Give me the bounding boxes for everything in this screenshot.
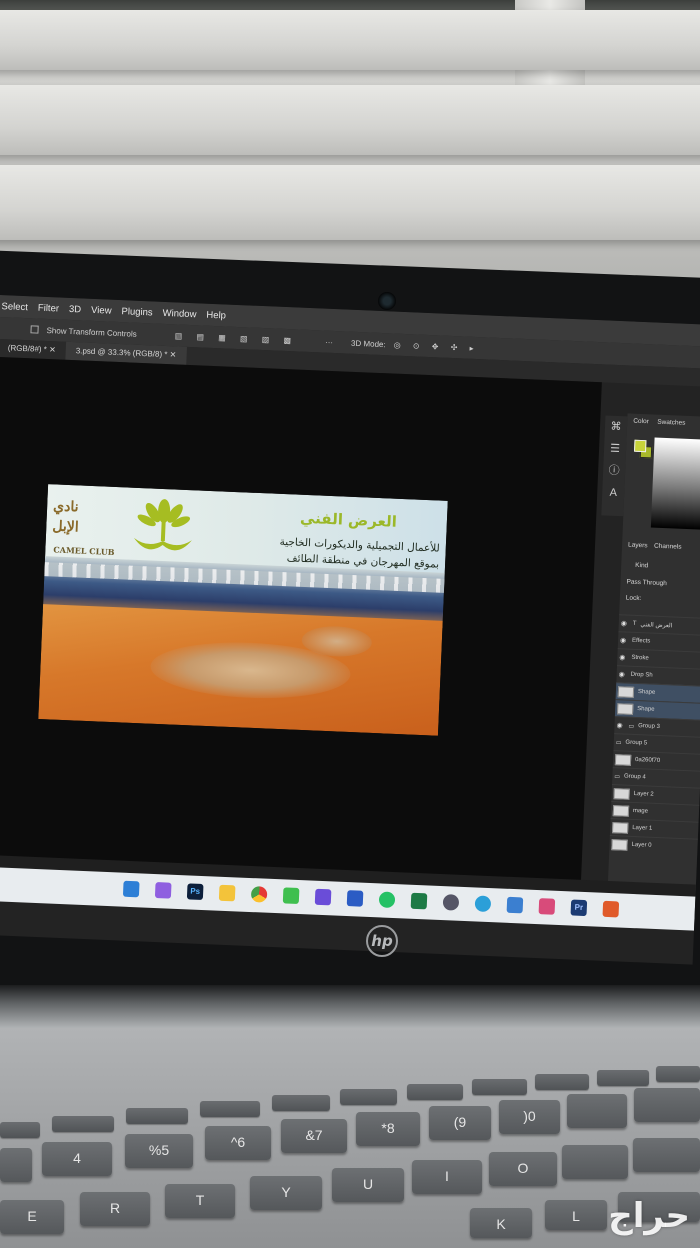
function-key[interactable] <box>52 1116 114 1132</box>
key-i[interactable]: I <box>412 1160 482 1194</box>
webcam <box>378 292 396 310</box>
laptop-screen: Select Filter 3D View Plugins Window Hel… <box>0 295 700 965</box>
key-k[interactable]: K <box>470 1208 532 1238</box>
key-l[interactable]: L <box>545 1200 607 1230</box>
function-key[interactable] <box>472 1079 527 1095</box>
tab-layers[interactable]: Layers <box>628 542 648 550</box>
history-icon[interactable]: ⌘ <box>605 415 628 438</box>
function-key[interactable] <box>407 1084 463 1100</box>
eye-icon[interactable]: ◉ <box>619 653 627 661</box>
folder-icon: ▭ <box>628 723 635 730</box>
design-document[interactable]: نادي الإبل CAMEL CLUB العرض الفني للأعما… <box>38 484 448 736</box>
character-icon[interactable]: A <box>602 481 625 504</box>
foreground-color-swatch[interactable] <box>633 439 647 453</box>
folder-icon: ▭ <box>614 773 621 780</box>
app-icon[interactable] <box>314 888 332 906</box>
function-key[interactable] <box>535 1074 589 1090</box>
mute-key[interactable] <box>200 1101 260 1117</box>
key-t[interactable]: T <box>165 1184 235 1218</box>
app-icon[interactable] <box>506 896 524 914</box>
tab-channels[interactable]: Channels <box>654 543 682 551</box>
layer-thumbnail <box>617 702 634 715</box>
menu-window[interactable]: Window <box>162 307 196 319</box>
laptop-hinge <box>0 985 700 1030</box>
kind-filter[interactable]: Kind <box>635 562 648 570</box>
info-icon[interactable]: ⓘ <box>603 459 626 482</box>
key-8[interactable]: *8 <box>356 1112 420 1146</box>
app-icon[interactable] <box>602 900 620 918</box>
layer-thumbnail <box>617 685 635 698</box>
menu-help[interactable]: Help <box>206 309 226 321</box>
layer-thumbnail <box>612 821 629 834</box>
key-0[interactable]: )0 <box>499 1100 560 1134</box>
function-key[interactable] <box>0 1122 40 1138</box>
checkbox-icon[interactable] <box>30 325 39 334</box>
key-9[interactable]: (9 <box>429 1106 491 1140</box>
excel-icon[interactable] <box>410 892 428 910</box>
blind-slat <box>0 85 700 155</box>
function-key[interactable] <box>126 1108 188 1124</box>
key-4[interactable]: 4 <box>42 1142 112 1176</box>
align-icons[interactable]: ▥ ▤ ▦ ▧ ▨ ▩ <box>175 331 298 345</box>
key-5[interactable]: %5 <box>125 1134 193 1168</box>
menu-select[interactable]: Select <box>1 301 28 313</box>
3d-tools-icons[interactable]: ◎ ⊙ ✥ ✣ ▸ <box>394 340 479 353</box>
eye-icon[interactable]: ◉ <box>620 636 628 644</box>
menu-view[interactable]: View <box>91 304 112 316</box>
layer-thumbnail <box>614 753 632 766</box>
premiere-icon[interactable]: Pr <box>570 899 588 917</box>
layer-thumbnail <box>612 804 630 817</box>
lock-label: Lock: <box>625 594 642 603</box>
menu-plugins[interactable]: Plugins <box>121 306 153 318</box>
transform-controls-label: Show Transform Controls <box>46 325 137 339</box>
blind-slat <box>0 165 700 240</box>
more-icon[interactable]: ··· <box>325 337 333 346</box>
key-minus[interactable] <box>567 1094 627 1128</box>
function-key[interactable] <box>272 1095 330 1111</box>
eye-icon[interactable]: ◉ <box>618 670 626 678</box>
palm-logo-icon <box>133 499 192 551</box>
blind-slat <box>0 10 700 70</box>
photoshop-icon[interactable]: Ps <box>186 883 204 901</box>
hp-logo: hp <box>366 925 398 957</box>
key-6[interactable]: ^6 <box>205 1126 271 1160</box>
copilot-icon[interactable] <box>154 882 172 899</box>
eye-icon[interactable]: ◉ <box>616 721 624 729</box>
app-icon[interactable] <box>538 898 556 915</box>
function-key[interactable] <box>597 1070 649 1086</box>
key-e[interactable]: E <box>0 1200 64 1234</box>
logo-arabic-line2: الإبل <box>52 518 80 536</box>
app-icon[interactable] <box>282 887 300 905</box>
tab-swatches[interactable]: Swatches <box>657 419 685 427</box>
key-r[interactable]: R <box>80 1192 150 1226</box>
tab-color[interactable]: Color <box>633 418 649 426</box>
file-explorer-icon[interactable] <box>218 884 236 902</box>
watermark: حراج <box>608 1196 690 1236</box>
color-picker-field[interactable] <box>650 437 700 530</box>
key-equals[interactable] <box>634 1088 700 1122</box>
key-p[interactable] <box>562 1145 628 1179</box>
browser-icon[interactable] <box>122 880 140 898</box>
key-y[interactable]: Y <box>250 1176 322 1210</box>
menu-3d[interactable]: 3D <box>69 303 82 314</box>
key-7[interactable]: &7 <box>281 1119 347 1153</box>
word-icon[interactable] <box>346 890 364 907</box>
logo-arabic-line1: نادي <box>52 498 79 516</box>
blend-mode-select[interactable]: Pass Through <box>626 578 667 587</box>
menu-filter[interactable]: Filter <box>38 302 60 314</box>
eye-icon[interactable]: ◉ <box>621 619 629 627</box>
key-u[interactable]: U <box>332 1168 404 1202</box>
function-key[interactable] <box>656 1066 700 1082</box>
key[interactable] <box>0 1148 32 1182</box>
key-o[interactable]: O <box>489 1152 557 1186</box>
canvas-area[interactable]: نادي الإبل CAMEL CLUB العرض الفني للأعما… <box>0 356 602 882</box>
adjustments-icon[interactable]: ☰ <box>604 437 627 460</box>
mode-3d-label: 3D Mode: <box>350 338 386 349</box>
function-key[interactable] <box>340 1089 397 1105</box>
folder-icon: ▭ <box>615 739 622 746</box>
layer-thumbnail <box>613 787 630 800</box>
layer-thumbnail <box>611 838 628 851</box>
key-bracket[interactable] <box>633 1138 700 1172</box>
